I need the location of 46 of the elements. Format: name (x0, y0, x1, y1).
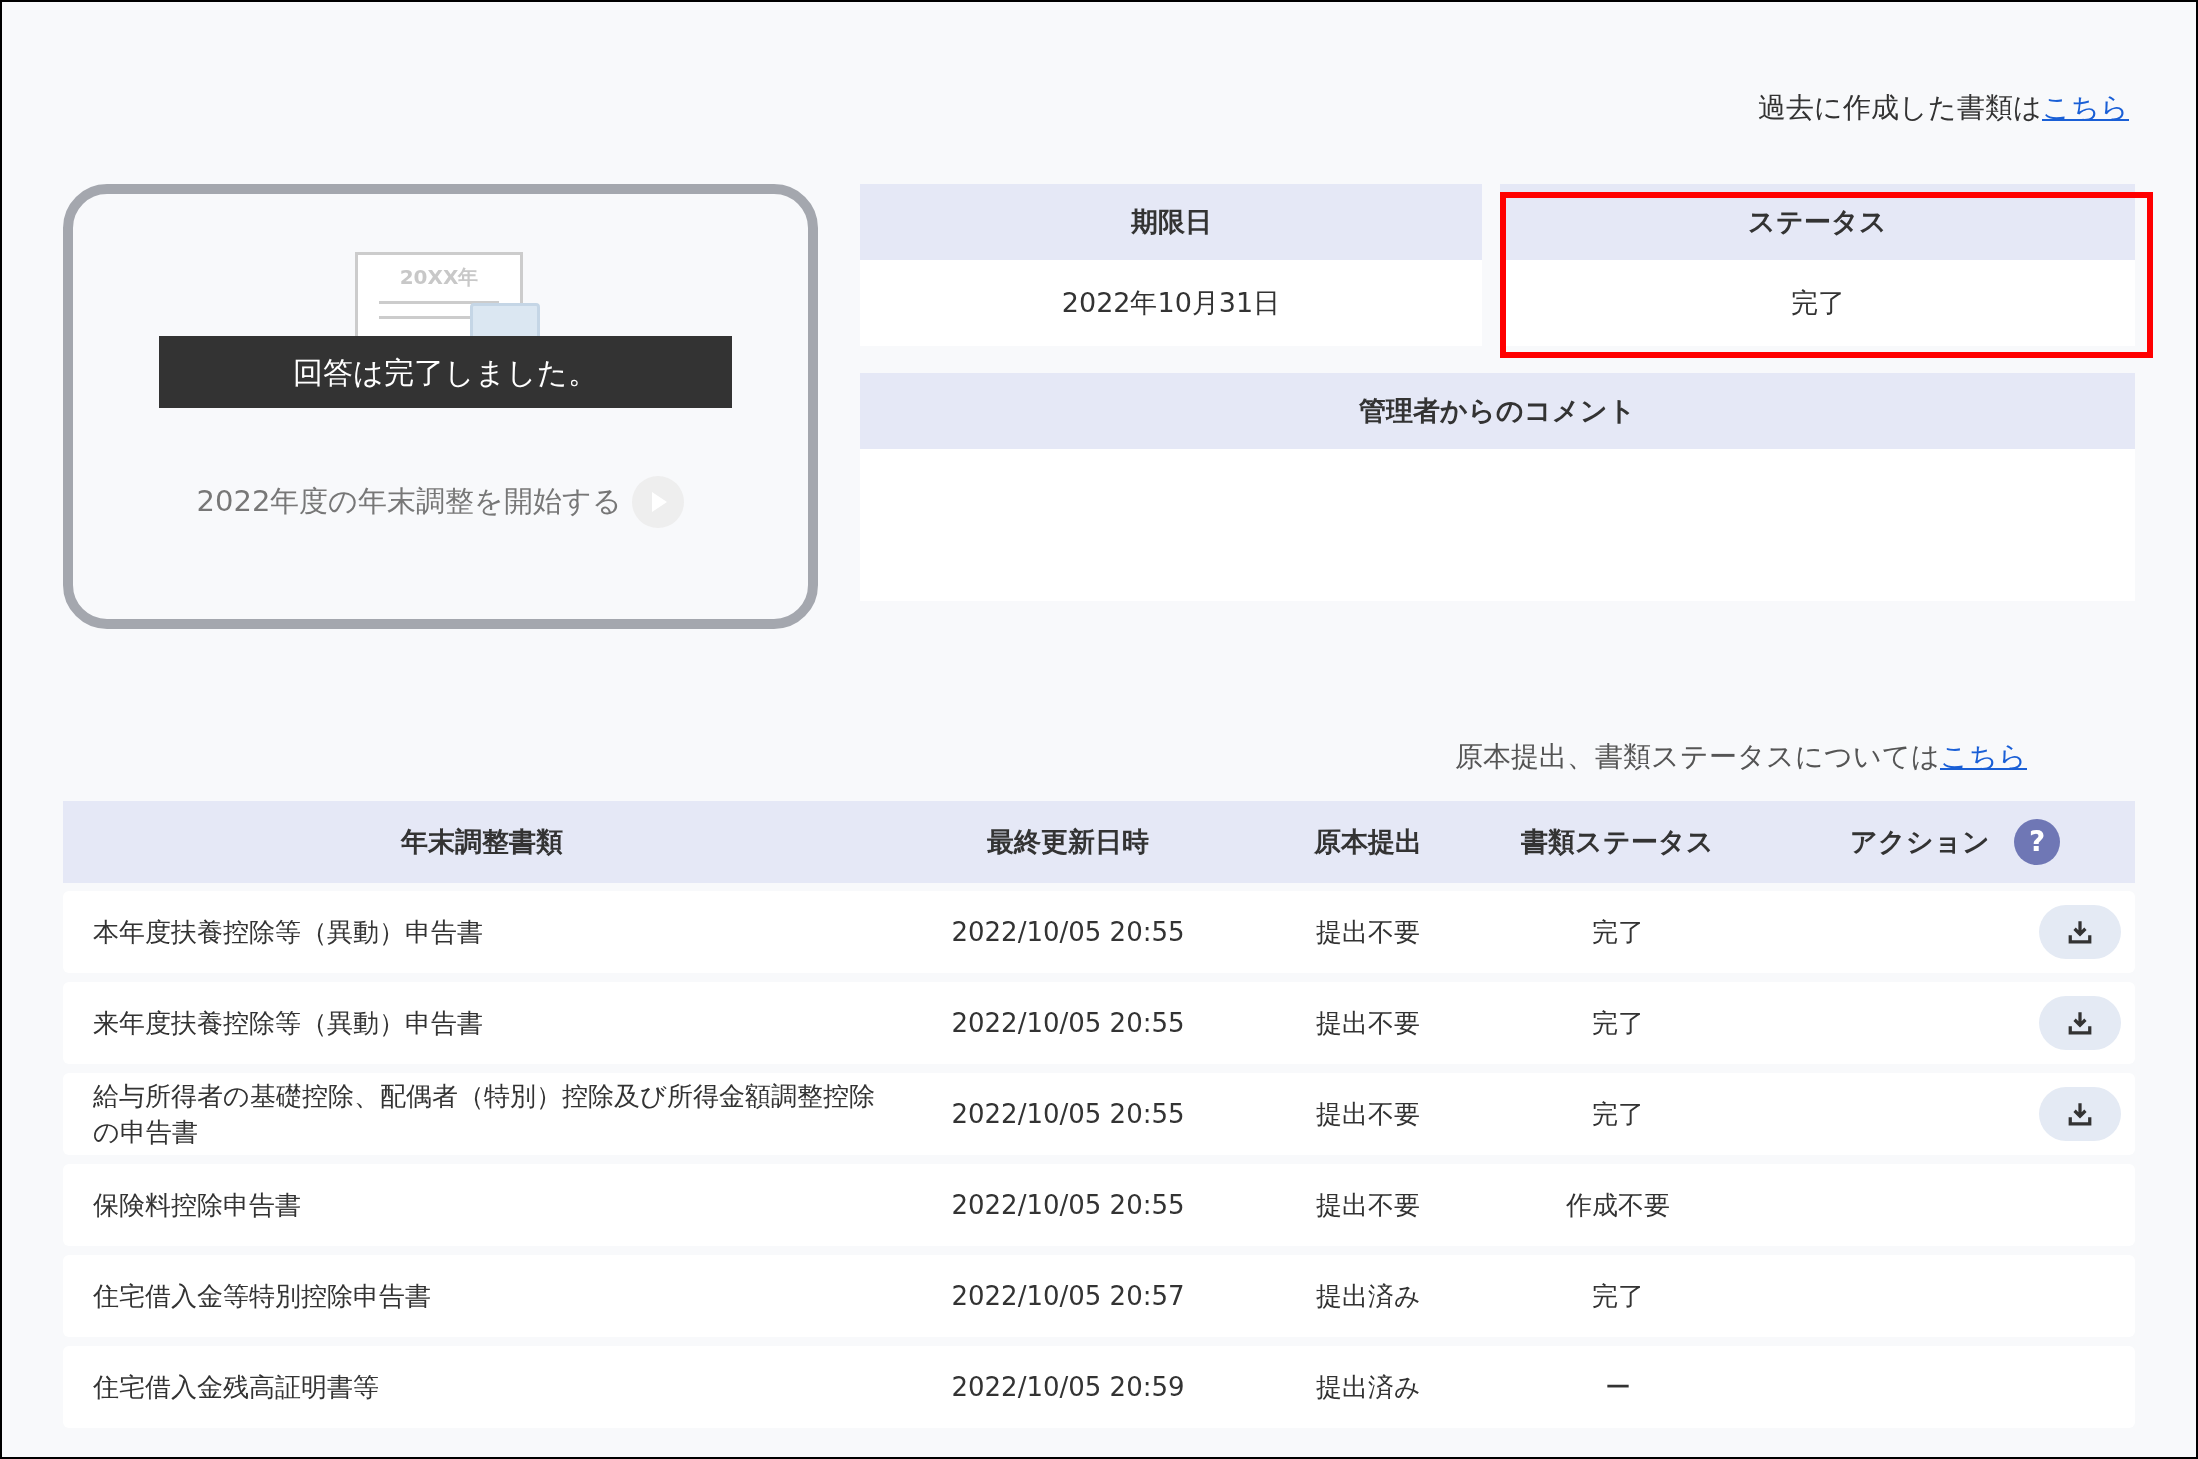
column-header: 書類ステータス (1521, 824, 1714, 859)
column-header: 最終更新日時 (987, 824, 1149, 859)
download-button[interactable] (2039, 905, 2121, 959)
submission-note-text: 原本提出、書類ステータスについては (1455, 739, 1940, 775)
updated-cell-text: 2022/10/05 20:59 (951, 1370, 1185, 1404)
document-name-cell: 住宅借入金等特別控除申告書 (93, 1281, 431, 1311)
updated-cell-text: 2022/10/05 20:55 (951, 915, 1185, 949)
download-icon (2067, 1101, 2093, 1127)
document-status-cell-text: 作成不要 (1565, 1188, 1670, 1222)
comments-header: 管理者からのコメント (860, 373, 2135, 449)
document-name-cell: 本年度扶養控除等（異動）申告書 (93, 917, 483, 947)
original-submission-cell-text: 提出不要 (1316, 1097, 1420, 1131)
updated-cell-text: 2022/10/05 20:55 (951, 1097, 1185, 1131)
submission-note-link[interactable]: こちら (1940, 739, 2027, 775)
completion-message: 回答は完了しました。 (159, 336, 732, 408)
original-submission-cell-text: 提出不要 (1316, 1188, 1420, 1222)
help-icon[interactable]: ? (2014, 819, 2060, 865)
document-name-cell: 給与所得者の基礎控除、配偶者（特別）控除及び所得金額調整控除の申告書 (93, 1081, 875, 1147)
document-name-cell: 来年度扶養控除等（異動）申告書 (93, 1008, 483, 1038)
download-button[interactable] (2039, 1087, 2121, 1141)
original-submission-cell-text: 提出不要 (1316, 915, 1420, 949)
original-submission-cell-text: 提出済み (1315, 1370, 1421, 1404)
past-documents-link[interactable]: こちら (2042, 90, 2129, 126)
column-header: 原本提出 (1314, 824, 1422, 859)
download-icon (2067, 919, 2093, 945)
deadline-header: 期限日 (860, 184, 1482, 260)
updated-cell-text: 2022/10/05 20:57 (951, 1279, 1185, 1313)
document-status-cell-text: 完了 (1591, 1097, 1644, 1131)
document-status-cell-text: ー (1604, 1370, 1631, 1404)
document-name-cell: 保険料控除申告書 (93, 1190, 301, 1220)
column-header: アクション (1850, 824, 1990, 859)
updated-cell-text: 2022/10/05 20:55 (951, 1006, 1185, 1040)
start-year-end-adjustment-link[interactable]: 2022年度の年末調整を開始する (196, 480, 623, 524)
column-header: 年末調整書類 (400, 824, 563, 859)
document-status-cell-text: 完了 (1591, 1279, 1644, 1313)
document-name-cell: 住宅借入金残高証明書等 (93, 1372, 379, 1402)
original-submission-cell-text: 提出不要 (1316, 1006, 1420, 1040)
document-status-cell-text: 完了 (1591, 915, 1644, 949)
past-documents-text: 過去に作成した書類は (1758, 90, 2042, 126)
original-submission-cell-text: 提出済み (1315, 1279, 1421, 1313)
document-status-cell-text: 完了 (1591, 1006, 1644, 1040)
status-header: ステータス (1500, 184, 2135, 260)
download-icon (2067, 1010, 2093, 1036)
updated-cell-text: 2022/10/05 20:55 (951, 1188, 1185, 1222)
deadline-value: 2022年10月31日 (860, 260, 1482, 346)
download-button[interactable] (2039, 996, 2121, 1050)
